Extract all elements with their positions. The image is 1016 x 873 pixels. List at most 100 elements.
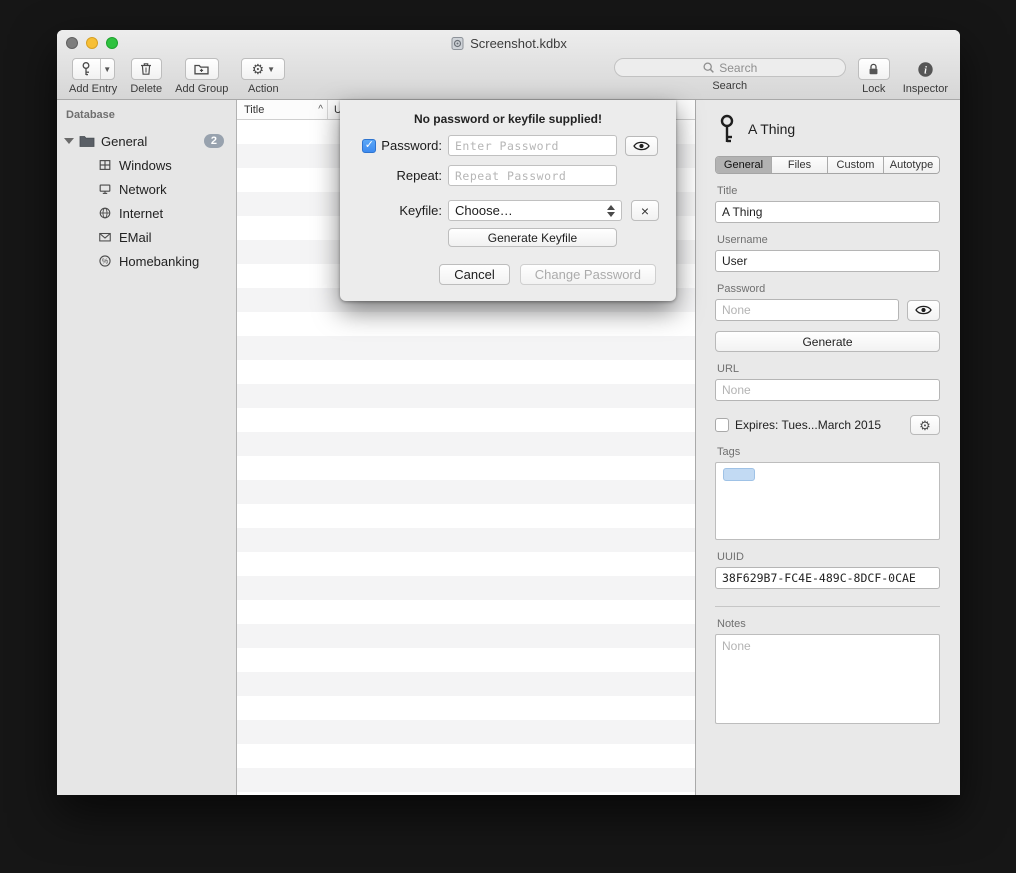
inspector-tabs: General Files Custom Autotype xyxy=(715,156,940,174)
add-group-button[interactable] xyxy=(185,58,219,80)
inspector-divider xyxy=(715,606,940,607)
folder-icon xyxy=(79,133,95,149)
search-input[interactable]: Search xyxy=(614,58,846,77)
action-label: Action xyxy=(248,83,279,95)
uuid-field[interactable] xyxy=(715,567,940,589)
close-button[interactable] xyxy=(66,37,78,49)
tag-pill xyxy=(723,468,755,481)
url-field-label: URL xyxy=(717,363,940,375)
sheet-buttons: Cancel Change Password xyxy=(360,264,656,285)
delete-label: Delete xyxy=(130,83,162,95)
sheet-message: No password or keyfile supplied! xyxy=(360,112,656,126)
tags-box[interactable] xyxy=(715,462,940,540)
password-row: ✓ Password: xyxy=(360,135,656,156)
search-icon xyxy=(702,61,715,74)
stepper-arrows-icon xyxy=(607,205,615,217)
window-title: Screenshot.kdbx xyxy=(57,30,960,56)
expires-checkbox[interactable] xyxy=(715,418,729,432)
titlebar: Screenshot.kdbx xyxy=(57,30,960,56)
chevron-down-icon[interactable]: ▼ xyxy=(100,59,114,79)
toolbar-item-delete: Delete xyxy=(130,58,162,95)
tab-general[interactable]: General xyxy=(716,157,772,173)
sidebar: Database General 2 Windows xyxy=(57,100,237,795)
window-title-text: Screenshot.kdbx xyxy=(470,36,567,51)
lock-icon xyxy=(866,62,881,77)
add-group-label: Add Group xyxy=(175,83,228,95)
cancel-button[interactable]: Cancel xyxy=(439,264,509,285)
notes-field[interactable] xyxy=(715,634,940,724)
clear-keyfile-button[interactable]: × xyxy=(631,200,659,221)
keyfile-selected-value: Choose… xyxy=(455,203,513,218)
toolbar-item-action: ⚙ ▼ Action xyxy=(241,58,285,95)
generate-keyfile-button[interactable]: Generate Keyfile xyxy=(448,228,617,247)
keyfile-row: Keyfile: Choose… × xyxy=(360,200,656,221)
repeat-row: Repeat: xyxy=(360,165,656,186)
lock-button[interactable] xyxy=(858,58,890,80)
action-button[interactable]: ⚙ ▼ xyxy=(241,58,285,80)
column-header-title[interactable]: Title ^ xyxy=(237,104,327,116)
username-field-label: Username xyxy=(717,234,940,246)
trash-icon xyxy=(138,61,154,77)
eye-icon xyxy=(633,140,650,152)
sidebar-item-label: Internet xyxy=(119,206,163,221)
reveal-password-button[interactable] xyxy=(907,300,940,321)
add-entry-button[interactable]: ▼ xyxy=(72,58,115,80)
document-icon xyxy=(450,36,465,51)
add-entry-label: Add Entry xyxy=(69,83,117,95)
sidebar-item-label: Windows xyxy=(119,158,172,173)
sidebar-item-windows[interactable]: Windows xyxy=(57,153,236,177)
tab-autotype[interactable]: Autotype xyxy=(884,157,939,173)
keyfile-select[interactable]: Choose… xyxy=(448,200,622,221)
column-title-label: Title xyxy=(244,104,264,116)
tab-files[interactable]: Files xyxy=(772,157,828,173)
traffic-lights xyxy=(66,37,118,49)
username-field[interactable] xyxy=(715,250,940,272)
title-field[interactable] xyxy=(715,201,940,223)
inspector-header: A Thing xyxy=(719,112,940,146)
tags-field-label: Tags xyxy=(717,446,940,458)
password-field[interactable] xyxy=(715,299,899,321)
zoom-button[interactable] xyxy=(106,37,118,49)
tab-custom[interactable]: Custom xyxy=(828,157,884,173)
reveal-password-button[interactable] xyxy=(625,136,658,156)
gear-icon: ⚙ xyxy=(252,62,265,76)
sidebar-item-internet[interactable]: Internet xyxy=(57,201,236,225)
delete-button[interactable] xyxy=(131,58,162,80)
change-password-sheet: No password or keyfile supplied! ✓ Passw… xyxy=(340,100,676,301)
uuid-field-label: UUID xyxy=(717,551,940,563)
expires-row: Expires: Tues...March 2015 ⚙ xyxy=(715,415,940,435)
expires-settings-button[interactable]: ⚙ xyxy=(910,415,940,435)
change-password-button[interactable]: Change Password xyxy=(520,264,656,285)
group-count-badge: 2 xyxy=(204,134,224,148)
sidebar-item-label: Network xyxy=(119,182,167,197)
close-icon: × xyxy=(641,203,649,219)
inspector-button[interactable]: i xyxy=(917,58,934,80)
minimize-button[interactable] xyxy=(86,37,98,49)
password-checkbox[interactable]: ✓ xyxy=(362,139,376,153)
expires-label: Expires: Tues...March 2015 xyxy=(735,418,881,432)
sidebar-header: Database xyxy=(57,109,236,121)
folder-plus-icon xyxy=(193,61,210,77)
password-label: Password: xyxy=(381,138,442,153)
url-field[interactable] xyxy=(715,379,940,401)
generate-password-button[interactable]: Generate xyxy=(715,331,940,352)
network-icon xyxy=(97,181,113,197)
sidebar-item-label: EMail xyxy=(119,230,152,245)
sidebar-item-network[interactable]: Network xyxy=(57,177,236,201)
toolbar-item-lock: Lock xyxy=(858,58,890,95)
disclosure-triangle-icon[interactable] xyxy=(64,138,74,144)
repeat-password-input[interactable] xyxy=(448,165,617,186)
key-icon xyxy=(719,114,735,144)
inspector-label: Inspector xyxy=(903,83,948,95)
password-input[interactable] xyxy=(448,135,617,156)
lock-label: Lock xyxy=(862,83,885,95)
sidebar-group-general[interactable]: General 2 xyxy=(57,129,236,153)
svg-text:i: i xyxy=(924,65,927,76)
keyfile-label: Keyfile: xyxy=(399,203,442,218)
toolbar-item-add-group: Add Group xyxy=(175,58,228,95)
sort-ascending-icon: ^ xyxy=(318,104,323,115)
globe-icon xyxy=(97,205,113,221)
sidebar-item-email[interactable]: EMail xyxy=(57,225,236,249)
repeat-label: Repeat: xyxy=(396,168,442,183)
sidebar-item-homebanking[interactable]: % Homebanking xyxy=(57,249,236,273)
